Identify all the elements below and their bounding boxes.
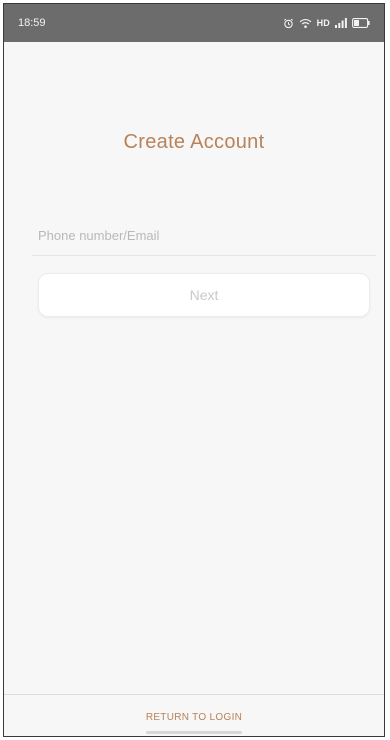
status-icons: HD (283, 18, 370, 29)
bottom-divider (4, 694, 384, 695)
battery-icon (352, 18, 370, 28)
signal-icon (335, 18, 347, 28)
hd-badge: HD (316, 18, 330, 28)
account-field (32, 216, 376, 256)
phone-screen: 18:59 HD Create Account Phone number/Ema… (3, 3, 385, 737)
alarm-icon (283, 18, 294, 29)
return-to-login-link[interactable]: RETURN TO LOGIN (4, 712, 384, 727)
return-to-login-label: RETURN TO LOGIN (145, 712, 243, 723)
status-bar: 18:59 HD (4, 4, 384, 42)
wifi-icon (299, 18, 312, 29)
phone-email-input[interactable] (32, 216, 376, 254)
next-button[interactable]: Next (38, 273, 370, 317)
status-time: 18:59 (18, 17, 46, 29)
page-title: Create Account (123, 131, 265, 153)
home-indicator (146, 731, 242, 734)
